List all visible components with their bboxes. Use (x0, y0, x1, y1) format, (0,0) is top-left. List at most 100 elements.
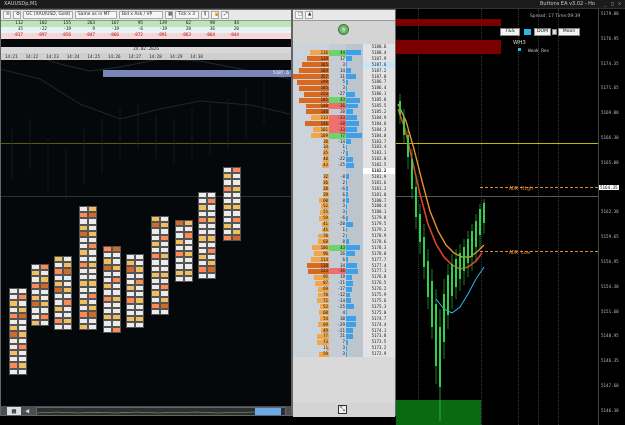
cvd-bar (346, 280, 353, 286)
volume-value: 59 (323, 351, 328, 357)
stats-cell: -856 (60, 33, 71, 38)
cvd-bar (346, 192, 348, 198)
cvd-bar (346, 198, 349, 203)
price-axis-label: 5154.30 (601, 283, 619, 289)
cvd-bar (346, 251, 355, 257)
footprint-cell (88, 323, 97, 330)
price-highlight-bar (103, 70, 291, 77)
time-label: 14:26 (107, 54, 121, 59)
cvd-bar (346, 333, 353, 339)
moon-button[interactable]: Moon (558, 28, 580, 36)
cvd-bar (346, 85, 347, 91)
footprint-stats: 112 102 155 263 167 95 139 62 98 44 35 -22 -19 9 -19-… (1, 21, 291, 39)
price-axis-label: 5169.00 (601, 110, 619, 116)
chart-icon[interactable]: ⫼ (201, 11, 209, 19)
cvd-bar (346, 286, 352, 292)
cvd-bar (346, 68, 351, 74)
price-axis-label: 5164.35 (599, 184, 619, 190)
settings-icon[interactable]: ⚙ (13, 11, 21, 19)
cvd-bar (346, 316, 356, 322)
stats-cell: -844 (228, 33, 239, 38)
cvd-bar (346, 328, 353, 333)
lock-icon[interactable]: 🔒 (211, 11, 219, 19)
footprint-toolbar: ≡ ⚙ GC (XAU/USD, Gold) Same as in MT Bid… (1, 10, 291, 21)
ema-red-line (397, 108, 483, 270)
stats-cell: -863 (180, 33, 191, 38)
cvd-bar (346, 304, 355, 310)
price-axis-label: 5174.35 (601, 60, 619, 66)
toggle-icon[interactable] (552, 29, 557, 35)
cvd-bar (346, 209, 347, 215)
footprint-cell (18, 368, 27, 375)
cvd-bar (346, 257, 348, 263)
price-axis-label: 5146.35 (601, 358, 619, 364)
footprint-window[interactable]: ≡ ⚙ GC (XAU/USD, Gold) Same as in MT Bid… (0, 9, 292, 416)
price-axis-label: 5148.95 (601, 333, 619, 339)
price-axis-label: 5171.65 (601, 85, 619, 91)
cvd-bar (346, 203, 347, 209)
arrow-up-icon[interactable]: ▲ (305, 11, 313, 19)
expand-icon[interactable]: ⤢ (221, 11, 229, 19)
cvd-bar (346, 103, 358, 109)
cvd-bar (346, 268, 358, 274)
price-axis-label: 5156.95 (601, 259, 619, 264)
cvd-bar (346, 56, 352, 62)
cvd-bar (346, 97, 361, 103)
display-select[interactable]: Bid x Ask / VP (119, 11, 163, 19)
footprint-cell (9, 368, 18, 375)
price-axis-label: 5162.30 (601, 209, 619, 215)
dom-button[interactable]: DOM (534, 28, 551, 36)
price-axis-label: 5179.00 (601, 11, 619, 16)
stats-cell: -847 (84, 33, 95, 38)
mode-select[interactable]: Same as in MT (75, 11, 117, 19)
footprint-cell (112, 326, 121, 333)
toggle-icon[interactable] (524, 29, 531, 35)
cvd-bar (346, 133, 362, 138)
time-label: 14:28 (149, 54, 162, 59)
volume-ladder[interactable]: □ ▲ ◎ 5188.6 116 44 5188.4 139 17 5187.9 165 3 51… (292, 9, 396, 417)
footprint-cell (126, 322, 135, 329)
time-label: 14:21 (4, 54, 18, 59)
price-axis: 5179.00 5176.95 5174.35 5171.65 5169.00 5166.… (598, 9, 625, 425)
ea-title: Buttons EA v3.02 - Ho (539, 1, 595, 7)
cvd-bar (346, 150, 349, 156)
cvd-bar (346, 156, 354, 162)
cvd-bar (346, 91, 355, 97)
stats-row-cvd: -817 -897 -856 -847 -866 -872 -891 -863 -864 -844 (1, 33, 291, 39)
cvd-bar (346, 115, 357, 121)
symbol-select[interactable]: GC (XAU/USD, Gold) (23, 11, 73, 19)
time-label: 14:25 (87, 54, 100, 59)
maximize-icon[interactable]: □ (609, 1, 616, 7)
cvd-bar (346, 221, 353, 227)
scroll-left-icon[interactable]: ◀ (25, 407, 33, 415)
cvd-bar (346, 292, 350, 298)
cvd-bar (346, 121, 359, 127)
close-icon[interactable]: ✕ (616, 1, 623, 7)
footprint-scrollbar[interactable] (36, 407, 286, 415)
price-axis-label: 5159.65 (601, 234, 619, 240)
time-label: 14:29 (169, 54, 183, 59)
price-axis-label: 5176.95 (601, 35, 619, 41)
minimize-icon[interactable]: _ (602, 1, 609, 7)
stats-cell: -866 (108, 33, 119, 38)
price-axis-label: 5166.30 (601, 135, 619, 140)
calendar-icon[interactable]: ▦ (7, 407, 21, 415)
time-label: 14:23 (46, 54, 59, 59)
tns-button[interactable]: T&S (500, 28, 520, 36)
refresh-icon[interactable]: ◎ (338, 24, 349, 35)
scrollbar-thumb[interactable] (255, 408, 281, 415)
time-row: 14:21 14:22 14:23 14:24 14:25 14:26 14:27 14:28… (1, 53, 291, 60)
cvd-bar (346, 62, 347, 68)
cvd-bar (346, 298, 351, 304)
window-icon[interactable]: □ (295, 11, 303, 19)
cvd-bar (346, 310, 348, 316)
cvd-bar (346, 186, 348, 192)
grid-icon[interactable]: ▦ (165, 11, 173, 19)
menu-icon[interactable]: ≡ (3, 11, 11, 19)
resize-icon[interactable]: ⤡ (338, 405, 347, 414)
stats-cell: -817 (12, 33, 23, 38)
cvd-bar (346, 274, 353, 280)
tick-select[interactable]: Tick x 3 (175, 11, 199, 19)
footprint-cell (151, 309, 160, 316)
ladder-row[interactable]: 59 3 5172.9 (293, 351, 395, 358)
